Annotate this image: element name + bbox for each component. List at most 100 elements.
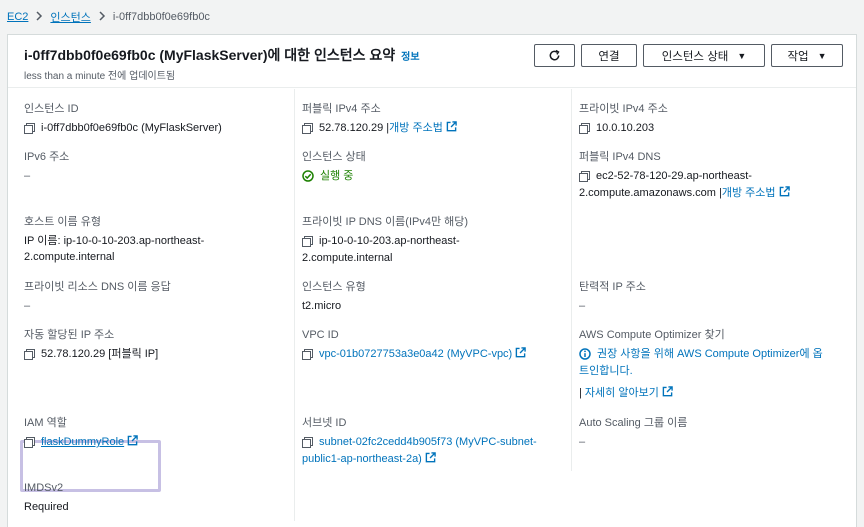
copy-icon[interactable] xyxy=(24,437,35,448)
chevron-right-icon xyxy=(98,10,106,24)
external-link-icon[interactable] xyxy=(515,347,527,358)
field-label: 프라이빗 IPv4 주소 xyxy=(579,103,668,115)
copy-icon[interactable] xyxy=(302,437,313,448)
actions-label: 작업 xyxy=(787,50,809,63)
field-value: ec2-52-78-120-29.ap-northeast- xyxy=(579,168,790,185)
ipv6-value: – xyxy=(24,170,31,182)
refresh-icon xyxy=(549,49,560,61)
private-resource-dns-value: – xyxy=(24,300,31,312)
details-grid: 인스턴스 ID i-0ff7dbb0f0e69fb0c (MyFlaskServ… xyxy=(8,89,856,527)
field-label: 서브넷 ID xyxy=(302,417,347,429)
field-label: VPC ID xyxy=(302,329,339,341)
external-link-icon[interactable] xyxy=(446,121,457,132)
field-label: 퍼블릭 IPv4 DNS xyxy=(579,151,661,163)
field-label: 인스턴스 유형 xyxy=(302,281,366,293)
breadcrumb-instances-link[interactable]: 인스턴스 xyxy=(50,9,90,25)
field-label: 인스턴스 ID xyxy=(24,103,79,115)
field-label: IPv6 주소 xyxy=(24,151,70,163)
subnet-id-link-line1[interactable]: subnet-02fc2cedd4b905f73 (MyVPC-subnet- xyxy=(319,434,537,451)
field-value: ip-10-0-10-203.ap-northeast- xyxy=(302,233,468,250)
external-link-icon[interactable] xyxy=(127,435,138,446)
public-dns-line2: 2.compute.amazonaws.com xyxy=(579,187,716,199)
field-subnet-id: 서브넷 ID subnet-02fc2cedd4b905f73 (MyVPC-s… xyxy=(302,415,537,468)
copy-icon[interactable] xyxy=(24,123,35,134)
field-hostname-type: 호스트 이름 유형 IP 이름: ip-10-0-10-203.ap-north… xyxy=(24,214,204,265)
public-dns-line1: ec2-52-78-120-29.ap-northeast- xyxy=(596,170,752,182)
elastic-ip-value: – xyxy=(579,300,586,312)
copy-icon[interactable] xyxy=(302,236,313,247)
open-address-link[interactable]: 개방 주소법 xyxy=(722,187,776,199)
external-link-icon[interactable] xyxy=(425,452,436,463)
vpc-id-link[interactable]: vpc-01b0727753a3e0a42 (MyVPC-vpc) xyxy=(319,348,512,360)
field-value-cont: 2.compute.amazonaws.com |개방 주소법 xyxy=(579,185,790,202)
caret-down-icon: ▼ xyxy=(817,50,827,61)
field-value: vpc-01b0727753a3e0a42 (MyVPC-vpc) xyxy=(302,346,527,363)
instance-state-value: 실행 중 xyxy=(320,170,354,182)
field-label: 퍼블릭 IPv4 주소 xyxy=(302,103,381,115)
field-vpc-id: VPC ID vpc-01b0727753a3e0a42 (MyVPC-vpc) xyxy=(302,327,527,363)
field-value: flaskDummyRole xyxy=(24,434,138,451)
field-value: 52.78.120.29 |개방 주소법 xyxy=(302,120,457,137)
copy-icon[interactable] xyxy=(579,123,590,134)
copy-icon[interactable] xyxy=(24,349,35,360)
header-actions: 연결 인스턴스 상태 ▼ 작업 ▼ xyxy=(534,44,843,67)
refresh-button[interactable] xyxy=(534,44,575,67)
title-row: i-0ff7dbb0f0e69fb0c (MyFlaskServer)에 대한 … xyxy=(24,45,420,65)
check-circle-icon xyxy=(302,170,314,182)
field-label: 호스트 이름 유형 xyxy=(24,216,101,228)
private-dns-line1: ip-10-0-10-203.ap-northeast- xyxy=(319,235,460,247)
breadcrumb-current: i-0ff7dbb0f0e69fb0c xyxy=(112,11,210,23)
field-value-cont: public1-ap-northeast-2a) xyxy=(302,451,537,468)
learn-more-link[interactable]: 자세히 알아보기 xyxy=(585,387,659,399)
field-iam-role: IAM 역할 flaskDummyRole xyxy=(24,415,138,451)
copy-icon[interactable] xyxy=(302,123,313,134)
actions-dropdown[interactable]: 작업 ▼ xyxy=(771,44,843,67)
imdsv2-value: Required xyxy=(24,501,69,513)
instance-summary-panel: i-0ff7dbb0f0e69fb0c (MyFlaskServer)에 대한 … xyxy=(7,34,857,527)
field-instance-state: 인스턴스 상태 실행 중 xyxy=(302,149,366,185)
field-private-resource-dns: 프라이빗 리소스 DNS 이름 응답 – xyxy=(24,279,171,314)
field-auto-ip: 자동 할당된 IP 주소 52.78.120.29 [퍼블릭 IP] xyxy=(24,327,158,363)
panel-header: i-0ff7dbb0f0e69fb0c (MyFlaskServer)에 대한 … xyxy=(8,35,856,88)
info-link[interactable]: 정보 xyxy=(401,48,419,63)
field-imdsv2: IMDSv2 Required xyxy=(24,480,69,515)
field-public-ipv4: 퍼블릭 IPv4 주소 52.78.120.29 |개방 주소법 xyxy=(302,101,457,137)
external-link-icon[interactable] xyxy=(779,186,790,197)
field-elastic-ip: 탄력적 IP 주소 – xyxy=(579,279,646,314)
field-autoscaling: Auto Scaling 그룹 이름 – xyxy=(579,415,687,450)
field-label: 자동 할당된 IP 주소 xyxy=(24,329,115,341)
field-instance-type: 인스턴스 유형 t2.micro xyxy=(302,279,366,314)
subnet-id-link-line2[interactable]: public1-ap-northeast-2a) xyxy=(302,453,422,465)
breadcrumb-ec2-link[interactable]: EC2 xyxy=(7,11,28,23)
breadcrumb: EC2 인스턴스 i-0ff7dbb0f0e69fb0c xyxy=(7,9,210,25)
field-label: 프라이빗 리소스 DNS 이름 응답 xyxy=(24,281,171,293)
instance-type-value: t2.micro xyxy=(302,300,342,312)
instance-id-value: i-0ff7dbb0f0e69fb0c (MyFlaskServer) xyxy=(41,122,222,134)
private-dns-line2: 2.compute.internal xyxy=(302,252,393,264)
field-compute-optimizer: AWS Compute Optimizer 찾기 권장 사항을 위해 AWS C… xyxy=(579,327,823,402)
hostname-type-line2: 2.compute.internal xyxy=(24,251,115,263)
auto-ip-value: 52.78.120.29 [퍼블릭 IP] xyxy=(41,348,159,360)
copy-icon[interactable] xyxy=(302,349,313,360)
field-instance-id: 인스턴스 ID i-0ff7dbb0f0e69fb0c (MyFlaskServ… xyxy=(24,101,222,137)
field-public-dns: 퍼블릭 IPv4 DNS ec2-52-78-120-29.ap-northea… xyxy=(579,149,790,202)
optimizer-message-line1[interactable]: 권장 사항을 위해 AWS Compute Optimizer에 옵 xyxy=(597,346,823,363)
info-circle-icon xyxy=(579,348,591,360)
optimizer-message-line2[interactable]: 트인합니다. xyxy=(579,363,823,379)
field-label: 탄력적 IP 주소 xyxy=(579,281,646,293)
external-link-icon[interactable] xyxy=(662,386,673,397)
open-address-link[interactable]: 개방 주소법 xyxy=(389,122,443,134)
field-label: Auto Scaling 그룹 이름 xyxy=(579,417,688,429)
copy-icon[interactable] xyxy=(579,171,590,182)
chevron-right-icon xyxy=(35,10,43,24)
field-label: 프라이빗 IP DNS 이름(IPv4만 해당) xyxy=(302,216,469,228)
iam-role-link[interactable]: flaskDummyRole xyxy=(41,436,124,448)
connect-button[interactable]: 연결 xyxy=(581,44,637,67)
field-value: 실행 중 xyxy=(302,168,366,185)
field-private-dns: 프라이빗 IP DNS 이름(IPv4만 해당) ip-10-0-10-203.… xyxy=(302,214,468,266)
public-ipv4-value: 52.78.120.29 xyxy=(319,122,384,134)
field-ipv6: IPv6 주소 – xyxy=(24,149,69,184)
field-value-more: | 자세히 알아보기 xyxy=(579,385,823,402)
instance-state-dropdown[interactable]: 인스턴스 상태 ▼ xyxy=(643,44,765,67)
private-ipv4-value: 10.0.10.203 xyxy=(596,122,655,134)
